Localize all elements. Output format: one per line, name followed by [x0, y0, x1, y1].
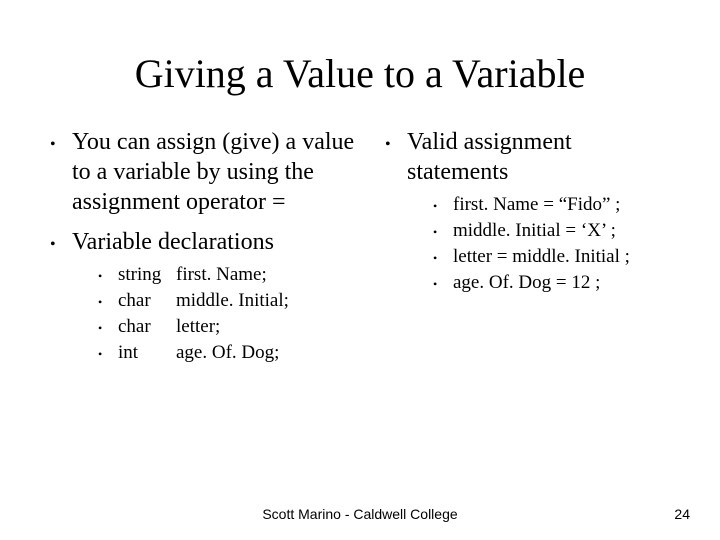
bullet-icon: •: [98, 263, 118, 287]
item-text: Valid assignment statements: [407, 127, 670, 187]
list-item: • stringfirst. Name;: [98, 263, 289, 287]
decl-type: char: [118, 289, 176, 313]
list-item: • first. Name = “Fido” ;: [433, 193, 670, 217]
right-column: • Valid assignment statements • first. N…: [385, 127, 670, 377]
list-item: • letter = middle. Initial ;: [433, 245, 670, 269]
page-number: 24: [674, 506, 690, 522]
decl-type: char: [118, 315, 176, 339]
decl-name: letter;: [176, 316, 220, 337]
bullet-icon: •: [433, 193, 453, 217]
slide-body: • You can assign (give) a value to a var…: [50, 127, 670, 377]
bullet-icon: •: [433, 245, 453, 269]
list-item: • Variable declarations • stringfirst. N…: [50, 227, 365, 367]
bullet-icon: •: [50, 127, 72, 217]
slide: Giving a Value to a Variable • You can a…: [0, 0, 720, 540]
list-item: • You can assign (give) a value to a var…: [50, 127, 365, 217]
item-text: age. Of. Dog = 12 ;: [453, 271, 600, 295]
decl-type: int: [118, 341, 176, 365]
bullet-icon: •: [385, 127, 407, 297]
decl-name: first. Name;: [176, 264, 267, 285]
item-text: letter = middle. Initial ;: [453, 245, 630, 269]
list-item: • intage. Of. Dog;: [98, 341, 289, 365]
decl-name: age. Of. Dog;: [176, 342, 279, 363]
bullet-icon: •: [433, 271, 453, 295]
item-text: middle. Initial = ‘X’ ;: [453, 219, 616, 243]
decl-name: middle. Initial;: [176, 290, 289, 311]
slide-title: Giving a Value to a Variable: [50, 50, 670, 97]
list-item: • age. Of. Dog = 12 ;: [433, 271, 670, 295]
bullet-icon: •: [98, 315, 118, 339]
bullet-icon: •: [98, 341, 118, 365]
item-text: Variable declarations: [72, 227, 289, 257]
list-item: • Valid assignment statements • first. N…: [385, 127, 670, 297]
item-text: first. Name = “Fido” ;: [453, 193, 620, 217]
list-item: • charletter;: [98, 315, 289, 339]
bullet-icon: •: [433, 219, 453, 243]
footer-text: Scott Marino - Caldwell College: [0, 506, 720, 522]
left-column: • You can assign (give) a value to a var…: [50, 127, 365, 377]
item-text: You can assign (give) a value to a varia…: [72, 127, 365, 217]
decl-type: string: [118, 263, 176, 287]
bullet-icon: •: [50, 227, 72, 367]
list-item: • middle. Initial = ‘X’ ;: [433, 219, 670, 243]
list-item: • charmiddle. Initial;: [98, 289, 289, 313]
bullet-icon: •: [98, 289, 118, 313]
